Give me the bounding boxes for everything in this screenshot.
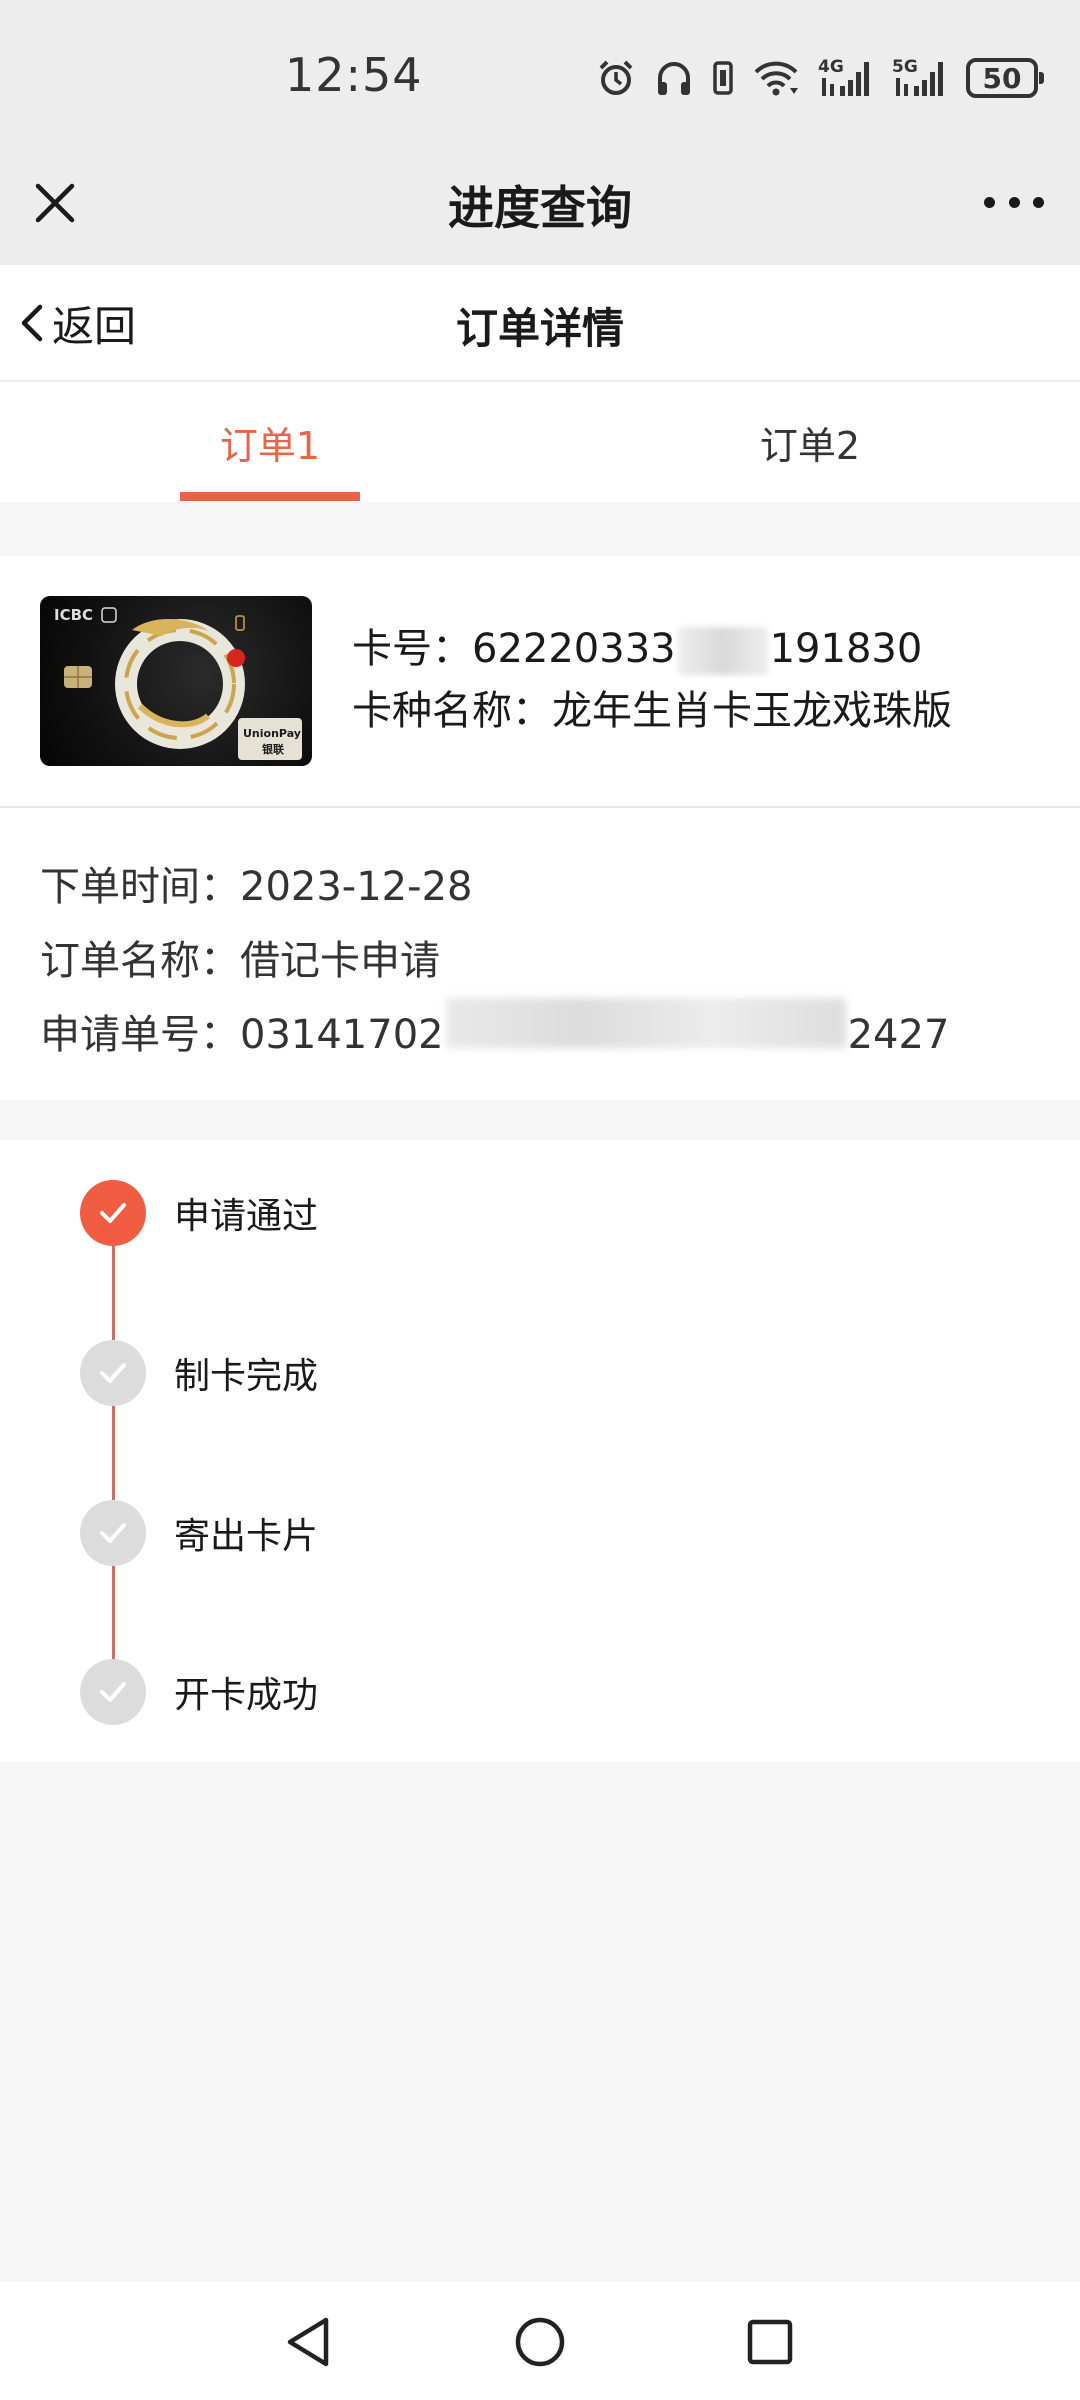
order-id-prefix: 03141702 <box>240 1012 444 1058</box>
status-icons: 4G 5G 50 <box>596 54 1044 102</box>
card-summary: ICBC UnionPay 银联 卡号：62220333 191830 卡种名称：… <box>0 556 1080 808</box>
page-header: 返回 订单详情 <box>0 265 1080 382</box>
webview-title: 进度查询 <box>448 181 632 235</box>
timeline-step: 寄出卡片 <box>80 1500 318 1566</box>
svg-text:5G: 5G <box>892 57 918 77</box>
active-tab-indicator <box>180 492 360 501</box>
tab-order-1[interactable]: 订单1 <box>0 382 540 502</box>
system-nav-bar <box>0 2282 1080 2400</box>
check-icon <box>80 1659 146 1725</box>
page-title: 订单详情 <box>455 304 624 353</box>
svg-text:ICBC: ICBC <box>54 606 93 624</box>
order-name-value: 借记卡申请 <box>240 938 440 984</box>
timeline-step: 开卡成功 <box>80 1659 318 1725</box>
order-tabs: 订单1 订单2 <box>0 382 1080 502</box>
svg-text:4G: 4G <box>818 57 844 77</box>
timeline-step: 申请通过 <box>80 1180 318 1246</box>
card-number-label: 卡号： <box>352 626 472 672</box>
redacted-area <box>445 998 846 1048</box>
progress-timeline: 申请通过 制卡完成 寄出卡片 开卡成功 <box>0 1140 1080 1762</box>
dragon-card-art: ICBC UnionPay 银联 <box>54 606 302 760</box>
webview-bar: 进度查询 <box>0 150 1080 265</box>
card-info: 卡号：62220333 191830 卡种名称：龙年生肖卡玉龙戏珠版 <box>352 618 952 742</box>
check-icon <box>80 1340 146 1406</box>
svg-text:UnionPay: UnionPay <box>243 727 301 740</box>
step-label: 开卡成功 <box>174 1675 319 1716</box>
card-number-row: 卡号：62220333 191830 <box>352 618 952 680</box>
tab-order-2[interactable]: 订单2 <box>540 382 1080 502</box>
order-id-suffix: 2427 <box>847 1012 950 1058</box>
card-image: ICBC UnionPay 银联 <box>40 596 312 766</box>
step-label: 寄出卡片 <box>174 1516 319 1557</box>
signal-5g-icon: 5G <box>892 57 943 96</box>
back-triangle-icon[interactable] <box>280 2312 336 2372</box>
recents-square-icon[interactable] <box>742 2312 798 2372</box>
status-time: 12:54 <box>285 48 423 102</box>
more-icon[interactable] <box>984 192 1044 212</box>
timeline-step: 制卡完成 <box>80 1340 318 1406</box>
order-id-row: 申请单号： 03141702 2427 <box>40 998 949 1072</box>
step-label: 申请通过 <box>174 1196 319 1237</box>
redacted-area <box>677 627 768 675</box>
card-type-label: 卡种名称： <box>352 688 552 734</box>
alarm-icon <box>599 60 633 95</box>
check-icon <box>80 1180 146 1246</box>
status-bar: 12:54 4G 5G 50 <box>0 0 1080 150</box>
vibrate-icon <box>713 61 733 95</box>
order-time-label: 下单时间： <box>40 864 240 910</box>
step-label: 制卡完成 <box>174 1356 319 1397</box>
home-circle-icon[interactable] <box>512 2312 568 2372</box>
card-type-value: 龙年生肖卡玉龙戏珠版 <box>552 688 952 734</box>
order-id-label: 申请单号： <box>40 1012 240 1058</box>
wifi-icon <box>754 61 798 96</box>
order-details: 下单时间： 2023-12-28 订单名称： 借记卡申请 申请单号： 03141… <box>0 808 1080 1100</box>
svg-text:银联: 银联 <box>262 742 284 756</box>
order-time-value: 2023-12-28 <box>240 864 473 910</box>
card-type-row: 卡种名称：龙年生肖卡玉龙戏珠版 <box>352 680 952 742</box>
battery-indicator: 50 <box>966 58 1044 98</box>
order-name-label: 订单名称： <box>40 938 240 984</box>
card-number-prefix: 62220333 <box>472 626 676 672</box>
timeline-line <box>112 1212 115 1692</box>
order-name-row: 订单名称： 借记卡申请 <box>40 924 949 998</box>
headphones-icon <box>658 62 690 95</box>
signal-4g-icon: 4G <box>818 57 869 96</box>
check-icon <box>80 1500 146 1566</box>
card-number-suffix: 191830 <box>769 626 923 672</box>
order-time-row: 下单时间： 2023-12-28 <box>40 850 949 924</box>
